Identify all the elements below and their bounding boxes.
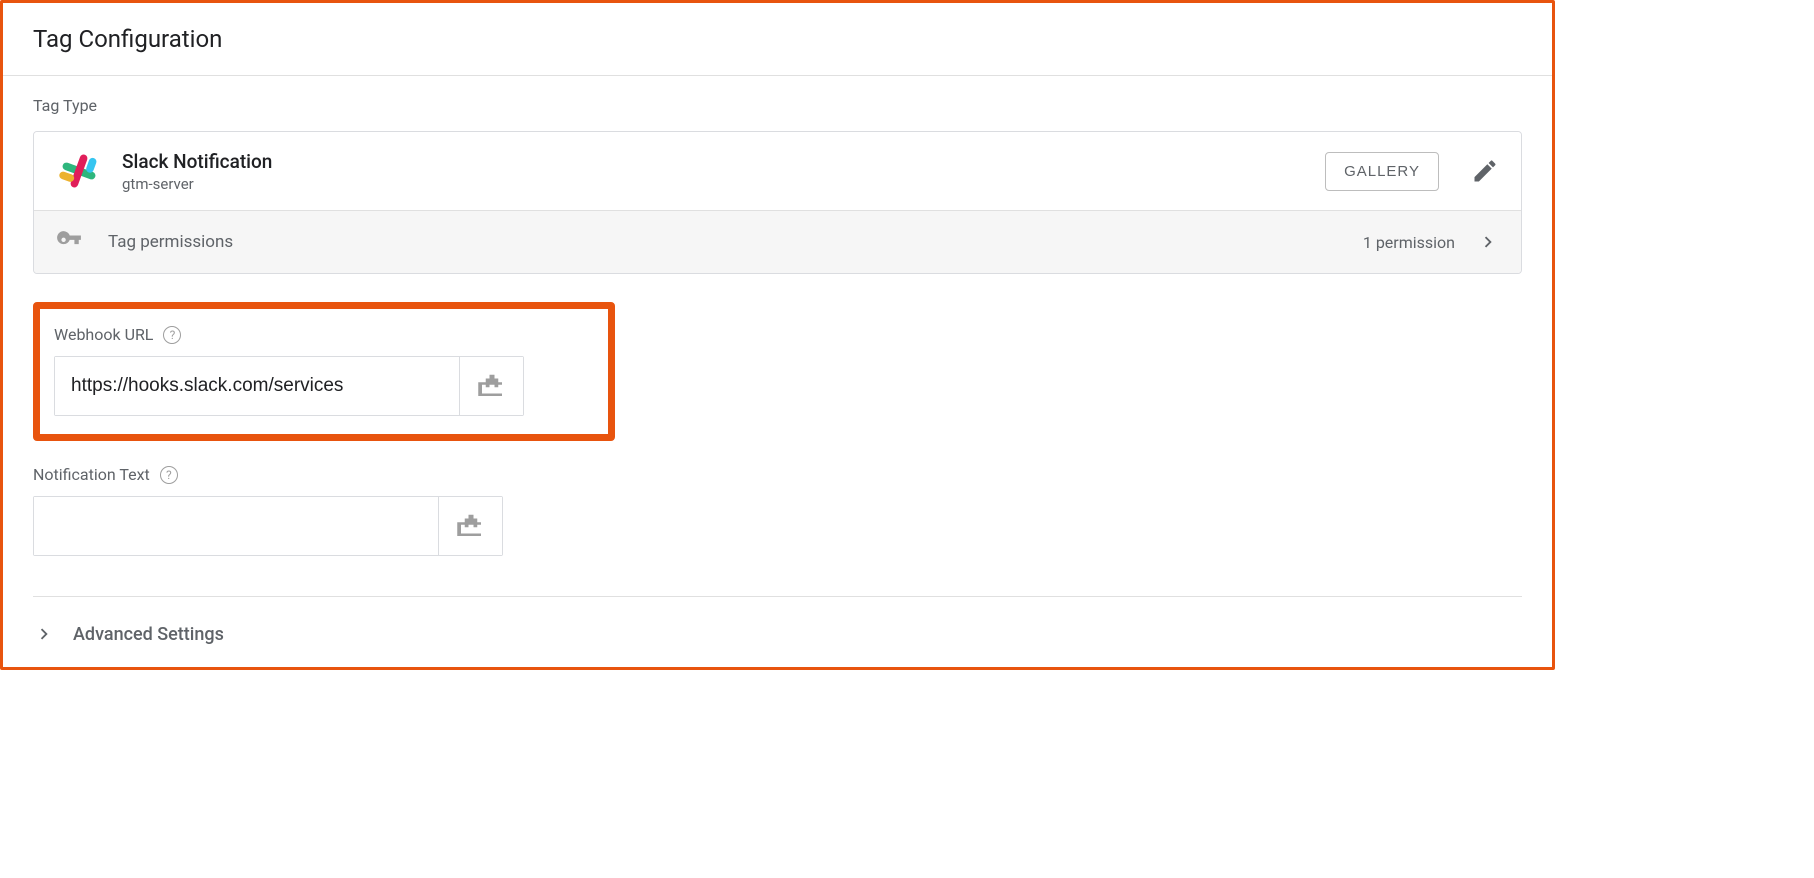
panel-title: Tag Configuration: [3, 3, 1552, 76]
tag-info: Slack Notification gtm-server: [122, 150, 1325, 193]
advanced-settings-label: Advanced Settings: [73, 624, 224, 645]
tag-type-card: Slack Notification gtm-server GALLERY Ta…: [33, 131, 1522, 274]
webhook-url-label: Webhook URL: [54, 325, 153, 344]
variable-picker-button[interactable]: [459, 357, 523, 415]
tag-provider: gtm-server: [122, 175, 1325, 193]
webhook-label-row: Webhook URL ?: [54, 325, 594, 344]
advanced-settings-row[interactable]: Advanced Settings: [3, 597, 1552, 667]
key-icon: [56, 229, 82, 255]
chevron-right-icon: [33, 623, 55, 645]
slack-icon: [56, 148, 102, 194]
tag-type-section: Tag Type Slack Notification gtm-: [3, 76, 1552, 274]
gallery-button[interactable]: GALLERY: [1325, 152, 1439, 191]
tag-permissions-row[interactable]: Tag permissions 1 permission: [34, 210, 1521, 273]
tag-name: Slack Notification: [122, 150, 1325, 173]
permissions-count: 1 permission: [1363, 233, 1455, 252]
notification-text-label: Notification Text: [33, 465, 150, 484]
notification-label-row: Notification Text ?: [33, 465, 1522, 484]
webhook-input-row: [54, 356, 524, 416]
webhook-url-highlight: Webhook URL ?: [33, 302, 615, 441]
tag-type-row: Slack Notification gtm-server GALLERY: [34, 132, 1521, 210]
tag-configuration-panel: Tag Configuration Tag Type Slack N: [0, 0, 1555, 670]
variable-picker-button[interactable]: [438, 497, 502, 555]
edit-icon[interactable]: [1471, 157, 1499, 185]
notification-text-field: Notification Text ?: [33, 465, 1522, 556]
permissions-label: Tag permissions: [108, 232, 1363, 252]
notification-input-row: [33, 496, 503, 556]
webhook-url-input[interactable]: [55, 357, 459, 415]
fields-section: Webhook URL ? Notification Text ?: [3, 302, 1552, 556]
notification-text-input[interactable]: [34, 497, 438, 555]
help-icon[interactable]: ?: [160, 466, 178, 484]
chevron-right-icon: [1477, 231, 1499, 253]
help-icon[interactable]: ?: [163, 326, 181, 344]
tag-type-label: Tag Type: [33, 96, 1522, 115]
